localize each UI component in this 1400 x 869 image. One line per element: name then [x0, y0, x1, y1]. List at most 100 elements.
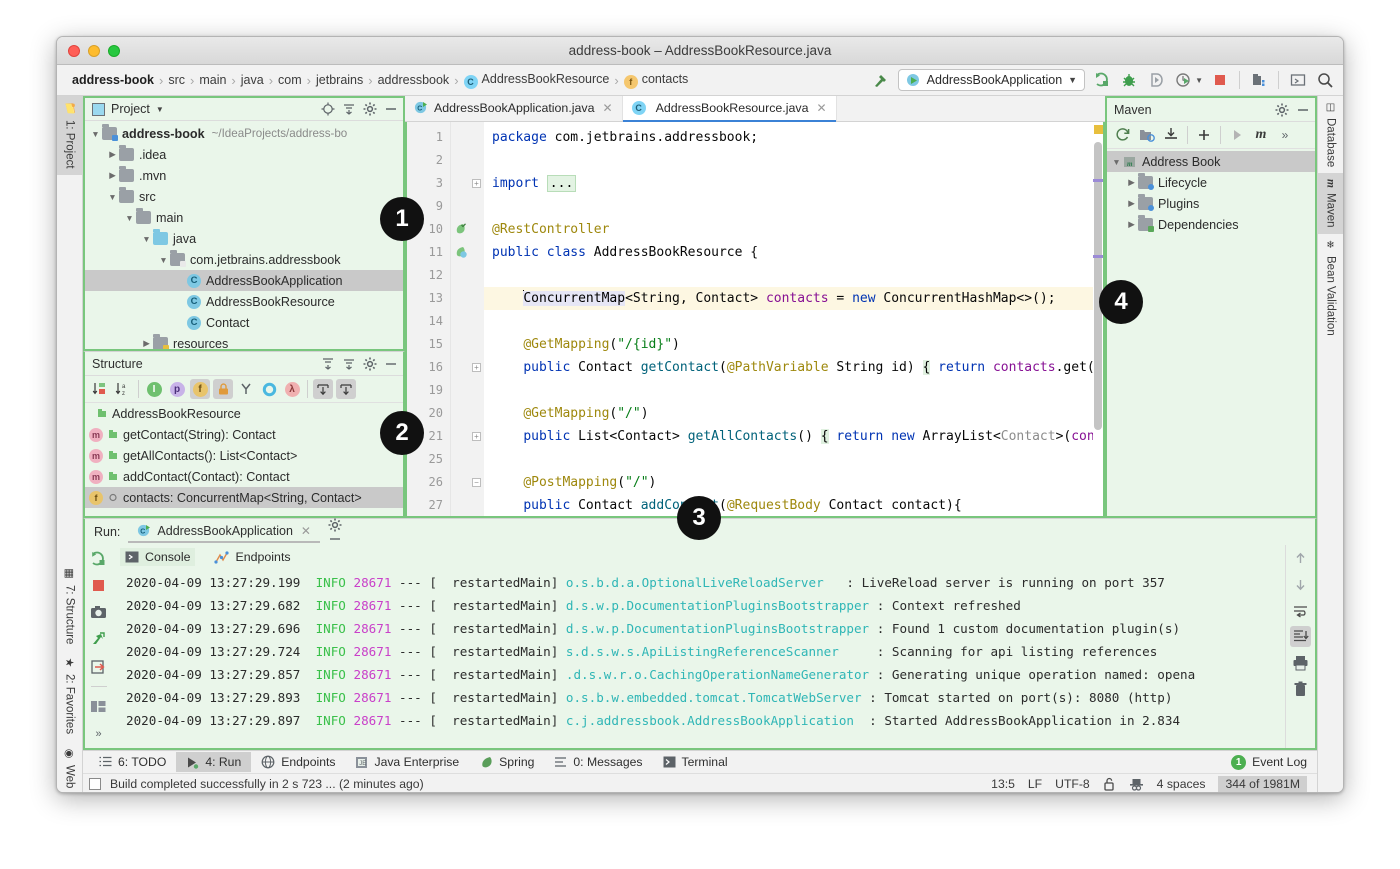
open-in-browser-button[interactable]	[88, 656, 109, 677]
expand-arrow-icon[interactable]: ▼	[1110, 157, 1123, 167]
breadcrumb-item-4[interactable]: com	[275, 73, 305, 87]
tree-row[interactable]: ▶ .mvn	[85, 165, 403, 186]
stop-button[interactable]	[88, 575, 109, 596]
expand-arrow-icon[interactable]: ▶	[1125, 219, 1138, 230]
coverage-icon[interactable]	[1146, 70, 1166, 90]
structure-item-getcontact[interactable]: m getContact(String): Contact	[85, 424, 403, 445]
structure-item-class[interactable]: AddressBookResource	[85, 403, 403, 424]
expand-arrow-icon[interactable]: ▶	[106, 170, 119, 181]
update-app-icon[interactable]	[1249, 70, 1269, 90]
spring-bean-icon[interactable]	[451, 218, 469, 241]
background-tasks-icon[interactable]	[89, 778, 101, 791]
spring-class-icon[interactable]	[451, 241, 469, 264]
breadcrumb-item-3[interactable]: java	[238, 73, 267, 87]
structure-item-addcontact[interactable]: m addContact(Contact): Contact	[85, 466, 403, 487]
tree-row[interactable]: ▼ src	[85, 186, 403, 207]
file-encoding[interactable]: UTF-8	[1055, 777, 1090, 791]
layout-button[interactable]	[88, 696, 109, 717]
run-configuration-selector[interactable]: AddressBookApplication ▼	[897, 69, 1086, 91]
warning-stripe-marker[interactable]	[1094, 124, 1103, 134]
tab-todo[interactable]: 6: TODO	[89, 752, 176, 772]
maven-row-dependencies[interactable]: ▶ Dependencies	[1107, 214, 1315, 235]
tree-row[interactable]: ▼ address-book ~/IdeaProjects/address-bo	[85, 123, 403, 144]
sort-alphabetically-icon[interactable]: az	[113, 379, 133, 399]
tab-addressbookapplication-java[interactable]: C AddressBookApplication.java ✕	[405, 96, 623, 121]
expand-arrow-icon[interactable]: ▶	[1125, 177, 1138, 188]
arrow-down-button[interactable]	[1290, 574, 1311, 595]
memory-indicator[interactable]: 344 of 1981M	[1218, 776, 1307, 792]
execute-goal-icon[interactable]: m	[1251, 125, 1271, 145]
console-tab-bar[interactable]: Console Endpoints	[112, 545, 1285, 570]
maven-tree[interactable]: ▼ m Address Book ▶ Lifecycle ▶ Plugins ▶…	[1107, 149, 1315, 516]
thread-dump-button[interactable]	[88, 629, 109, 650]
close-icon[interactable]: ✕	[301, 524, 311, 538]
maven-row-lifecycle[interactable]: ▶ Lifecycle	[1107, 172, 1315, 193]
editor-tabs[interactable]: C AddressBookApplication.java ✕ C Addres…	[405, 96, 1105, 122]
editor-fold-column[interactable]: + + + −	[469, 121, 484, 517]
tab-console[interactable]: Console	[120, 548, 196, 567]
stop-icon[interactable]	[1210, 70, 1230, 90]
sidebar-item-maven[interactable]: m Maven	[1318, 173, 1343, 234]
unlocked-icon[interactable]	[1103, 777, 1116, 791]
bottom-tool-tabs[interactable]: 6: TODO 4: Run Endpoints JE Java Enterpr…	[83, 750, 1317, 774]
arrow-up-button[interactable]	[1290, 548, 1311, 569]
add-maven-project-icon[interactable]	[1194, 125, 1214, 145]
breadcrumb-item-8[interactable]: f contacts	[621, 72, 692, 89]
expand-arrow-icon[interactable]: ▼	[123, 213, 136, 223]
minimize-icon[interactable]	[384, 102, 398, 116]
fold-expand-button[interactable]: +	[469, 172, 484, 195]
maven-row-address-book[interactable]: ▼ m Address Book	[1107, 151, 1315, 172]
editor-gutter-markers[interactable]	[451, 121, 469, 517]
tab-endpoints-bottom[interactable]: Endpoints	[251, 752, 345, 772]
group-methods-icon[interactable]	[236, 379, 256, 399]
scroll-to-source-icon[interactable]	[336, 379, 356, 399]
breadcrumb-item-7[interactable]: C AddressBookResource	[461, 72, 613, 89]
breadcrumb-item-0[interactable]: address-book	[69, 73, 157, 87]
console-output[interactable]: 2020-04-09 13:27:29.199 INFO 28671 --- […	[112, 569, 1285, 749]
sidebar-item-structure[interactable]: ▦ 7: Structure	[57, 561, 82, 650]
indent-setting[interactable]: 4 spaces	[1157, 777, 1206, 791]
expand-arrow-icon[interactable]: ▶	[140, 338, 153, 349]
sort-by-visibility-icon[interactable]	[90, 379, 110, 399]
chevron-down-icon[interactable]: ▼	[156, 105, 164, 114]
editor-scrollbar[interactable]	[1093, 121, 1103, 517]
locate-icon[interactable]	[321, 102, 335, 116]
chevron-down-icon[interactable]: ▼	[1068, 75, 1077, 85]
gear-icon[interactable]	[363, 357, 377, 371]
tab-endpoints[interactable]: Endpoints	[209, 548, 295, 566]
show-fields-icon[interactable]: f	[190, 379, 210, 399]
structure-item-contacts-field[interactable]: f contacts: ConcurrentMap<String, Contac…	[85, 487, 403, 508]
gear-icon[interactable]	[328, 518, 342, 532]
screenshot-button[interactable]	[88, 602, 109, 623]
breadcrumb-item-6[interactable]: addressbook	[375, 73, 453, 87]
download-sources-icon[interactable]	[1161, 125, 1181, 145]
tab-java-enterprise[interactable]: JE Java Enterprise	[345, 752, 469, 772]
tree-row-addressbookapplication[interactable]: C AddressBookApplication	[85, 270, 403, 292]
code-editor[interactable]: 1 2 3 9 10 11 12 13 14 15 16 19 20 21 25…	[405, 121, 1105, 519]
sidebar-item-bean-validation[interactable]: ❄ Bean Validation	[1318, 234, 1343, 342]
caret-position[interactable]: 13:5	[991, 777, 1015, 791]
show-inherited-icon[interactable]: I	[144, 379, 164, 399]
fold-expand-button[interactable]: +	[469, 425, 484, 448]
show-anonymous-icon[interactable]	[259, 379, 279, 399]
sidebar-item-web[interactable]: ◉ Web	[57, 741, 82, 792]
sidebar-item-database[interactable]: ◫ Database	[1318, 96, 1343, 173]
more-button[interactable]: »	[88, 723, 109, 744]
tree-row-resources[interactable]: ▶ resources	[85, 333, 403, 349]
maven-row-plugins[interactable]: ▶ Plugins	[1107, 193, 1315, 214]
show-lambdas-icon[interactable]: λ	[282, 379, 302, 399]
show-properties-icon[interactable]: p	[167, 379, 187, 399]
expand-arrow-icon[interactable]: ▼	[157, 255, 170, 265]
breadcrumb-item-2[interactable]: main	[196, 73, 229, 87]
tree-row[interactable]: ▼ com.jetbrains.addressbook	[85, 249, 403, 270]
more-icon[interactable]: »	[1275, 125, 1295, 145]
tab-run[interactable]: 4: Run	[176, 752, 252, 773]
event-log-button[interactable]: 1 Event Log	[1231, 754, 1317, 770]
tab-spring[interactable]: Spring	[469, 752, 544, 772]
gear-icon[interactable]	[363, 102, 377, 116]
structure-list[interactable]: AddressBookResource m getContact(String)…	[85, 403, 403, 516]
close-icon[interactable]: ✕	[816, 101, 826, 115]
bug-icon[interactable]	[1119, 70, 1139, 90]
tree-row[interactable]: ▼ main	[85, 207, 403, 228]
collapse-all-icon[interactable]	[342, 357, 356, 371]
